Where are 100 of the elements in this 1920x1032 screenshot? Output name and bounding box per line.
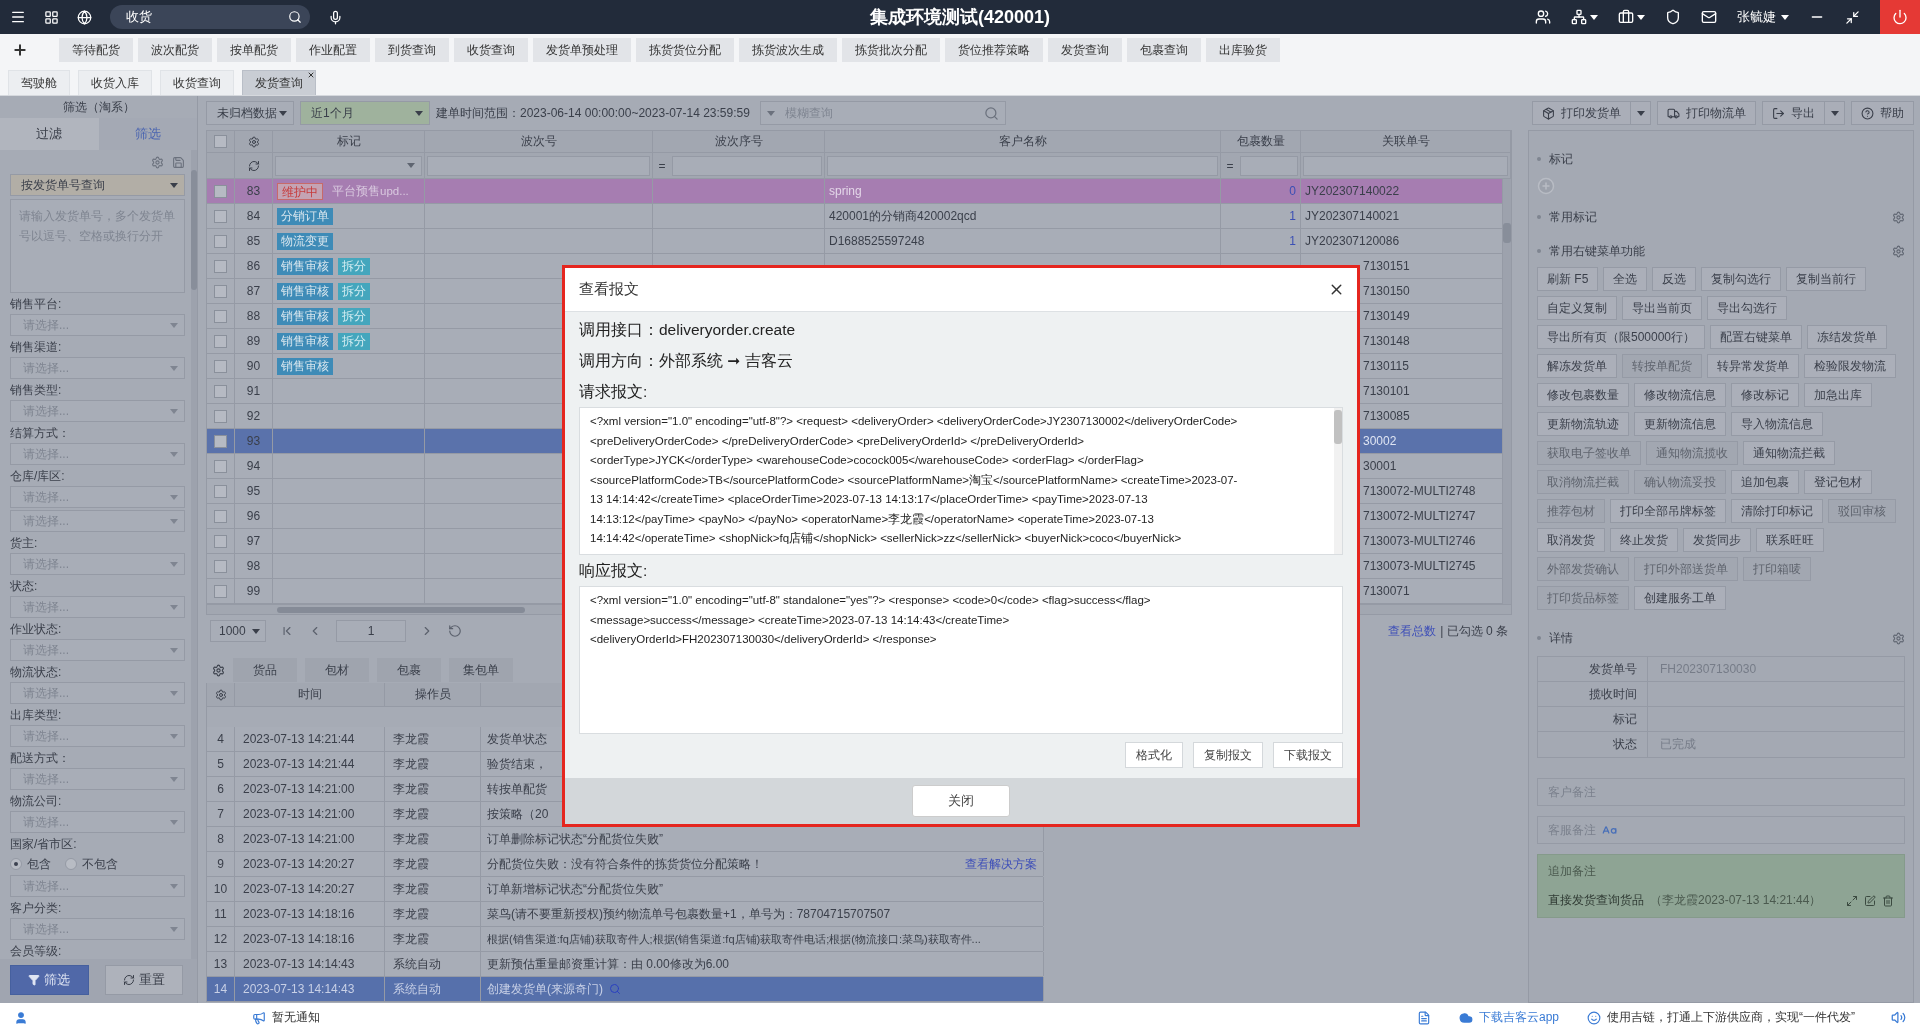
- toolbar-button[interactable]: 打印发货单: [1532, 101, 1631, 125]
- action-button[interactable]: 更新物流轨迹: [1537, 412, 1629, 436]
- menu-button[interactable]: 拣货批次分配: [842, 38, 940, 62]
- action-button[interactable]: 导入物流信息: [1731, 412, 1823, 436]
- delete-icon[interactable]: [1882, 894, 1894, 907]
- expand-icon[interactable]: [1846, 894, 1858, 907]
- dialog-button[interactable]: 复制报文: [1193, 742, 1263, 768]
- settings-icon[interactable]: [1892, 244, 1905, 258]
- action-button[interactable]: 导出所有页（限500000行）: [1537, 325, 1706, 349]
- checkbox[interactable]: [214, 559, 227, 573]
- menu-button[interactable]: 包裹查询: [1127, 38, 1201, 62]
- checkbox[interactable]: [214, 459, 227, 473]
- settings-icon[interactable]: [214, 688, 227, 701]
- menu-button[interactable]: 到货查询: [375, 38, 449, 62]
- action-button[interactable]: 打印全部吊牌标签: [1610, 499, 1726, 523]
- date-range-select[interactable]: 近1个月: [300, 101, 430, 125]
- filter-tab[interactable]: 过滤: [0, 118, 99, 150]
- dialog-button[interactable]: 下载报文: [1273, 742, 1343, 768]
- checkbox[interactable]: [214, 334, 227, 348]
- table-row[interactable]: 83 维护中 平台预售upd... spring 0 JY202307140022: [207, 179, 1503, 204]
- action-button[interactable]: 修改包裹数量: [1537, 383, 1629, 407]
- refresh-icon[interactable]: [247, 159, 260, 172]
- menu-button[interactable]: 出库验货: [1206, 38, 1280, 62]
- search-input[interactable]: 收货: [124, 8, 284, 26]
- checkbox[interactable]: [214, 484, 227, 498]
- globe-icon[interactable]: [77, 9, 92, 25]
- speaker-icon[interactable]: [1891, 1010, 1906, 1025]
- user-icon[interactable]: [14, 1010, 28, 1025]
- panel-tab[interactable]: 集包单: [449, 658, 513, 682]
- select-field[interactable]: [275, 155, 422, 176]
- checkbox[interactable]: [214, 384, 227, 398]
- toolbar-button[interactable]: 打印物流单: [1657, 101, 1756, 125]
- action-button[interactable]: 转异常发货单: [1707, 354, 1799, 378]
- download-link[interactable]: 下载吉客云app: [1478, 1009, 1559, 1026]
- panel-tab[interactable]: 包裹: [377, 658, 441, 682]
- menu-button[interactable]: 收货查询: [454, 38, 528, 62]
- action-button[interactable]: 自定义复制: [1537, 296, 1617, 320]
- action-button[interactable]: 创建服务工单: [1634, 586, 1726, 610]
- menu-button[interactable]: 按单配货: [217, 38, 291, 62]
- collapse-icon[interactable]: [1845, 9, 1860, 25]
- menu-button[interactable]: 货位推荐策略: [945, 38, 1043, 62]
- page-size-select[interactable]: 1000: [210, 620, 266, 642]
- checkbox[interactable]: [214, 135, 227, 148]
- scrollbar[interactable]: [1503, 179, 1511, 604]
- action-button[interactable]: 配置右键菜单: [1710, 325, 1803, 349]
- menu-button[interactable]: 波次配货: [138, 38, 212, 62]
- search-box[interactable]: 收货: [110, 5, 310, 29]
- menu-button[interactable]: 等待配货: [59, 38, 133, 62]
- action-button[interactable]: 导出勾选行: [1707, 296, 1787, 320]
- checkbox[interactable]: [214, 209, 227, 223]
- checkbox[interactable]: [214, 259, 227, 273]
- action-button[interactable]: 冻结发货单: [1807, 325, 1888, 349]
- action-button[interactable]: 导出当前页: [1622, 296, 1702, 320]
- checkbox[interactable]: [214, 434, 227, 448]
- radio-option[interactable]: 不包含: [65, 855, 118, 873]
- scrollbar[interactable]: [191, 150, 197, 959]
- dropdown-button[interactable]: [1825, 101, 1845, 125]
- action-button[interactable]: 反选: [1652, 267, 1697, 291]
- first-page-button[interactable]: [280, 624, 294, 638]
- action-button[interactable]: 修改物流信息: [1634, 383, 1726, 407]
- menu-icon[interactable]: [10, 9, 26, 25]
- page-tab[interactable]: 驾驶舱: [8, 70, 70, 95]
- action-button[interactable]: 通知物流拦截: [1743, 441, 1835, 465]
- checkbox[interactable]: [214, 584, 227, 598]
- action-button[interactable]: 解冻发货单: [1537, 354, 1617, 378]
- settings-icon[interactable]: [1892, 210, 1905, 224]
- document-icon[interactable]: [1416, 1010, 1431, 1025]
- solution-link[interactable]: 查看解决方案: [965, 855, 1037, 873]
- add-button[interactable]: [12, 42, 28, 58]
- filter-button[interactable]: 筛选: [10, 965, 89, 995]
- action-button[interactable]: 清除打印标记: [1731, 499, 1823, 523]
- settings-icon[interactable]: [151, 155, 164, 169]
- close-button[interactable]: 关闭: [912, 785, 1010, 817]
- menu-button[interactable]: 发货查询: [1048, 38, 1122, 62]
- page-input[interactable]: 1: [336, 620, 406, 642]
- action-button[interactable]: 更新物流信息: [1634, 412, 1726, 436]
- archive-select[interactable]: 未归档数据: [206, 101, 294, 125]
- panel-tab[interactable]: 货品: [233, 658, 297, 682]
- menu-button[interactable]: 拣货货位分配: [636, 38, 734, 62]
- settings-icon[interactable]: [212, 663, 225, 677]
- action-button[interactable]: 登记包材: [1804, 470, 1872, 494]
- radio-option[interactable]: 包含: [10, 855, 51, 873]
- action-button[interactable]: 检验限发物流: [1804, 354, 1896, 378]
- action-button[interactable]: 取消发货: [1537, 528, 1605, 552]
- menu-button[interactable]: 拣货波次生成: [739, 38, 837, 62]
- toolbar-button[interactable]: 导出: [1762, 101, 1825, 125]
- page-tab[interactable]: 收货查询: [160, 70, 234, 95]
- checkbox[interactable]: [214, 359, 227, 373]
- checkbox[interactable]: [214, 234, 227, 248]
- checkbox[interactable]: [214, 509, 227, 523]
- action-button[interactable]: 刷新 F5: [1537, 267, 1599, 291]
- action-button[interactable]: 终止发货: [1610, 528, 1678, 552]
- action-button[interactable]: 发货同步: [1683, 528, 1751, 552]
- checkbox[interactable]: [214, 309, 227, 323]
- action-button[interactable]: 修改标记: [1731, 383, 1799, 407]
- dropdown-button[interactable]: [1631, 101, 1651, 125]
- action-button[interactable]: 联系旺旺: [1756, 528, 1824, 552]
- mail-icon[interactable]: [1701, 9, 1717, 25]
- action-button[interactable]: 复制勾选行: [1701, 267, 1782, 291]
- action-button[interactable]: 追加包裹: [1731, 470, 1799, 494]
